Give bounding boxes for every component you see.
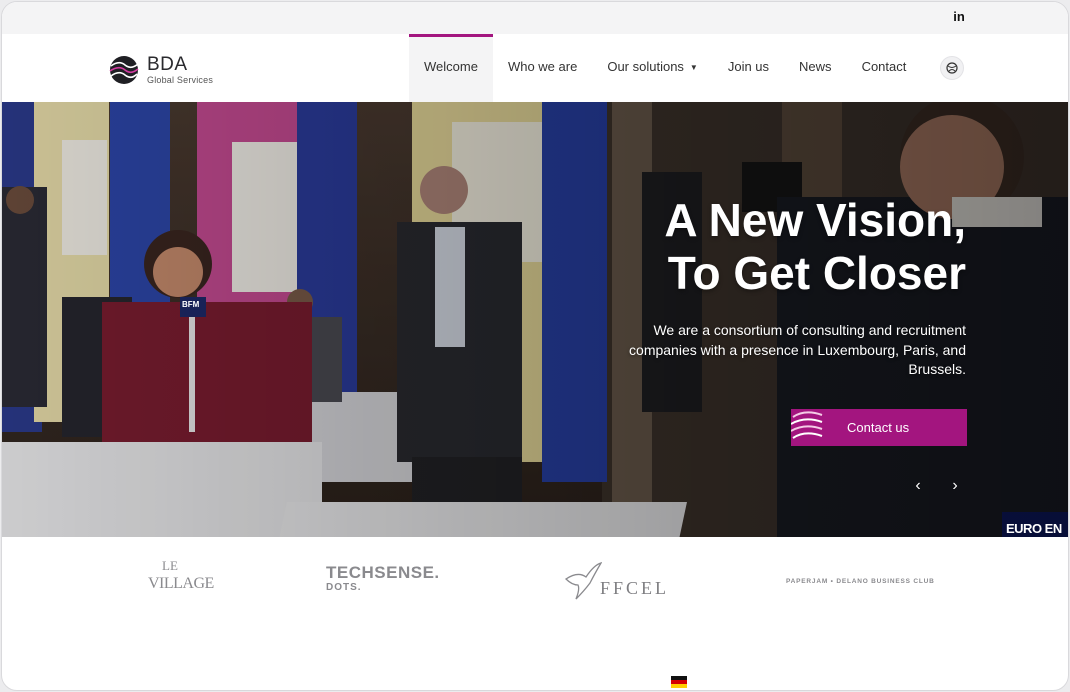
chevron-down-icon: ▼ (689, 62, 698, 72)
hero-title: A New Vision, To Get Closer (664, 194, 966, 299)
ffcel-label: FFCEL (600, 578, 670, 598)
brand-name: BDA (147, 54, 188, 75)
le-village-line2: VILLAGE (148, 575, 214, 592)
slider-next-icon[interactable]: › (945, 476, 965, 496)
partner-logo-paperjam[interactable]: PAPERJAM • DELANO BUSINESS CLUB (786, 578, 936, 585)
partner-logo-le-village[interactable]: LE VILLAGE (148, 558, 214, 603)
brand-logo[interactable]: BDA Global Services (109, 52, 249, 86)
browser-frame: in BDA Global Services Welcome Who we ar… (1, 1, 1069, 691)
contact-us-label: Contact us (847, 420, 910, 435)
nav-item-our-solutions-label: Our solutions (607, 59, 684, 74)
brand-tagline: Global Services (147, 75, 214, 85)
partner-logo-techsense[interactable]: TECHSENSE. DOTS. (326, 563, 456, 601)
linkedin-icon[interactable]: in (952, 10, 966, 24)
globe-icon[interactable] (940, 56, 964, 80)
bird-icon (564, 562, 602, 600)
nav-item-our-solutions[interactable]: Our solutions ▼ (592, 34, 713, 102)
waves-icon (791, 411, 823, 439)
nav-item-contact[interactable]: Contact (847, 34, 922, 102)
main-navigation: BDA Global Services Welcome Who we are O… (2, 34, 1068, 102)
logo-waves-icon (109, 56, 139, 84)
partners-strip: LE VILLAGE TECHSENSE. DOTS. FFCEL PAPERJ… (2, 537, 1068, 637)
hero-banner: BFM EURO EN A New Vision, To Get Closer … (2, 102, 1068, 537)
nav-menu: Welcome Who we are Our solutions ▼ Join u… (409, 34, 921, 102)
de-flag-icon[interactable] (671, 676, 687, 688)
techsense-dots: DOTS. (326, 582, 362, 593)
hero-background-image (2, 102, 1068, 537)
hero-subtitle: We are a consortium of consulting and re… (629, 322, 966, 377)
nav-item-who-we-are[interactable]: Who we are (493, 34, 592, 102)
top-bar: in (2, 2, 1068, 34)
le-village-line1: LE (162, 558, 178, 573)
corner-overlay-text: EURO EN (1006, 521, 1062, 536)
nav-item-welcome[interactable]: Welcome (409, 34, 493, 102)
slider-prev-icon[interactable]: ‹ (908, 476, 928, 496)
partner-logo-ffcel[interactable]: FFCEL (564, 561, 674, 603)
techsense-name: TECHSENSE. (326, 563, 440, 582)
nav-item-news[interactable]: News (784, 34, 847, 102)
contact-us-button[interactable]: Contact us (791, 409, 967, 446)
mic-logo: BFM (182, 300, 200, 309)
nav-item-join-us[interactable]: Join us (713, 34, 784, 102)
